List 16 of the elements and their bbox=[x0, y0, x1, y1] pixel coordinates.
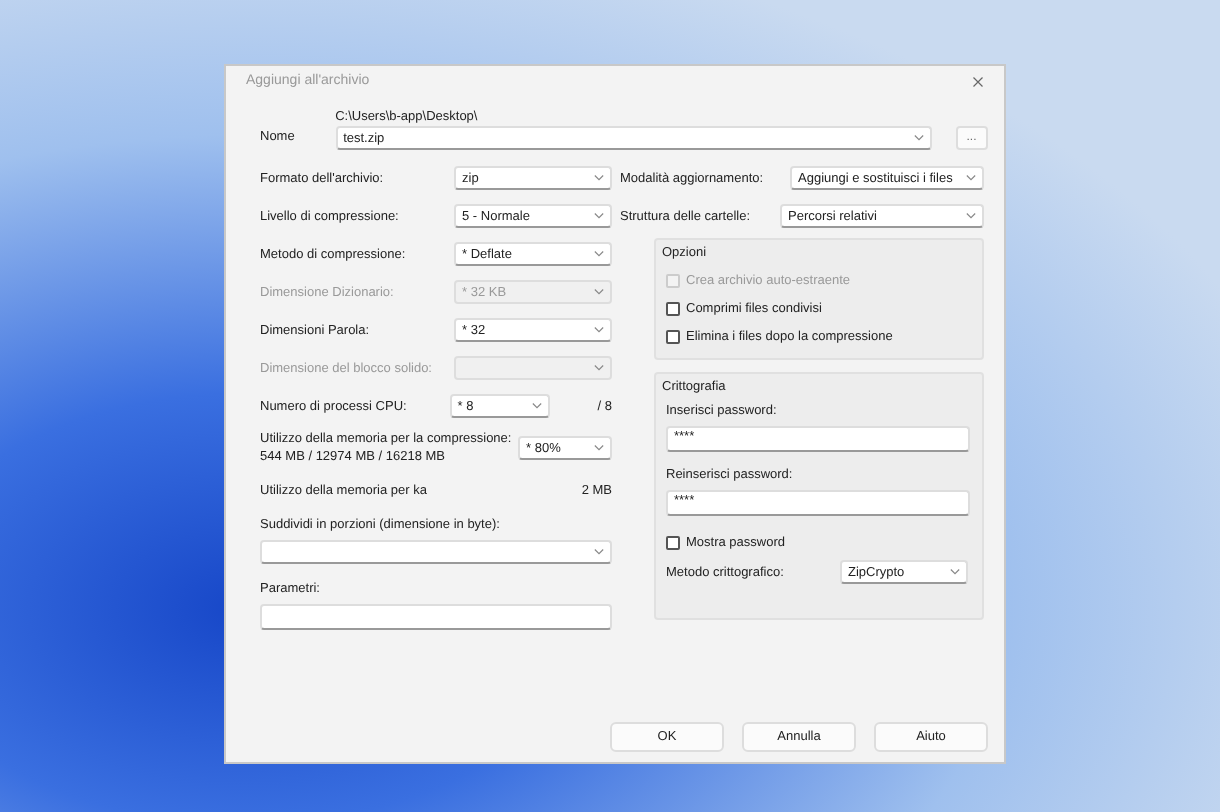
chevron-icon bbox=[966, 174, 976, 182]
chevron-icon bbox=[594, 326, 604, 334]
chevron-icon bbox=[950, 568, 960, 576]
chevron-icon bbox=[531, 402, 542, 410]
chevron-icon bbox=[594, 250, 604, 258]
chevron-icon bbox=[594, 444, 604, 452]
dropdown[interactable] bbox=[260, 540, 612, 564]
chevron-icon bbox=[594, 288, 604, 296]
input-field[interactable] bbox=[260, 604, 612, 630]
close-icon[interactable] bbox=[972, 75, 984, 87]
chevron-icon bbox=[594, 174, 604, 182]
chevron-icon bbox=[594, 548, 604, 556]
chevron-icon bbox=[966, 212, 976, 220]
chevron-icon bbox=[594, 212, 604, 220]
chevron-icon bbox=[594, 364, 604, 372]
chevron-icon bbox=[913, 134, 924, 142]
